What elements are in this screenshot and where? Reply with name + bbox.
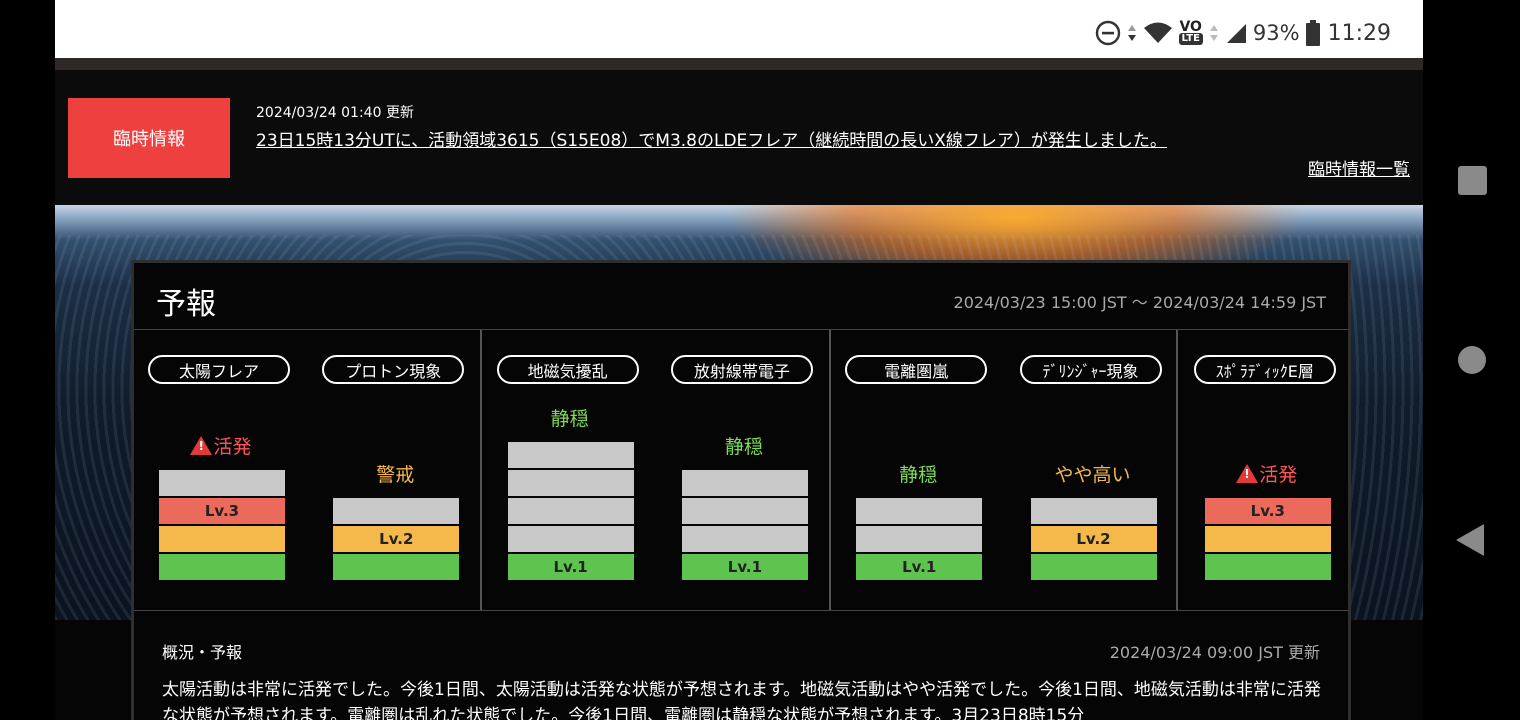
battery-percent: 93%	[1252, 21, 1300, 45]
status-label: 静穏	[657, 432, 831, 459]
clock: 11:29	[1327, 20, 1391, 46]
level-bar	[681, 526, 808, 552]
status-label: 静穏	[831, 460, 1005, 487]
category-button[interactable]: 電離圏嵐	[845, 355, 988, 384]
back-button[interactable]	[1454, 522, 1486, 558]
level-bar	[1204, 526, 1331, 552]
category-button[interactable]: ﾃﾞﾘﾝｼﾞｬｰ現象	[1019, 355, 1162, 384]
current-level-label: Lv.3	[159, 498, 285, 524]
alert-bar: 臨時情報 2024/03/24 01:40 更新 23日15時13分UTに、活動…	[55, 70, 1423, 205]
status-label: 静穏	[483, 404, 657, 431]
current-level-label: Lv.2	[333, 526, 460, 552]
summary-updated: 2024/03/24 09:00 JST 更新	[1109, 643, 1320, 662]
alert-badge[interactable]: 臨時情報	[68, 98, 230, 178]
category-button[interactable]: ｽﾎﾟﾗﾃﾞｨｯｸE層	[1193, 355, 1336, 384]
warning-icon	[1236, 464, 1259, 483]
level-bar	[507, 526, 634, 552]
status-label: 警戒	[308, 460, 482, 487]
level-bar	[681, 498, 808, 524]
home-button[interactable]	[1458, 346, 1486, 374]
forecast-cell: ﾃﾞﾘﾝｼﾞｬｰ現象 Lv.2 やや高い	[1006, 330, 1180, 610]
recents-button[interactable]	[1458, 166, 1487, 195]
forecast-grid: 太陽フレアLv.3活発プロトン現象Lv.2警戒地磁気擾乱Lv.1静穏放射線帯電子…	[134, 329, 1348, 611]
level-bar	[681, 470, 808, 496]
signal-icon	[1226, 24, 1246, 43]
category-button[interactable]: 放射線帯電子	[670, 355, 813, 384]
status-label: 活発	[1180, 460, 1354, 487]
status-text: 静穏	[724, 436, 763, 458]
level-bar	[507, 442, 634, 468]
forecast-range: 2024/03/23 15:00 JST 〜 2024/03/24 14:59 …	[953, 293, 1326, 312]
level-bar	[333, 498, 460, 524]
alert-list-link[interactable]: 臨時情報一覧	[1308, 155, 1410, 180]
mobile-data-arrows-icon	[1209, 25, 1218, 41]
level-bar	[333, 554, 460, 580]
status-label: 活発	[134, 432, 308, 459]
alert-message-link[interactable]: 23日15時13分UTに、活動領域3615（S15E08）でM3.8のLDEフレ…	[256, 126, 1167, 151]
volte-icon: VO LTE	[1178, 19, 1203, 45]
forecast-cell: 地磁気擾乱 Lv.1 静穏	[483, 330, 657, 610]
forecast-cell: ｽﾎﾟﾗﾃﾞｨｯｸE層 Lv.3 活発	[1180, 330, 1354, 610]
forecast-cell: 放射線帯電子 Lv.1 静穏	[657, 330, 831, 610]
status-text: 静穏	[550, 408, 589, 430]
level-bar	[856, 498, 983, 524]
forecast-title: 予報	[156, 287, 216, 322]
category-button[interactable]: 地磁気擾乱	[496, 355, 639, 384]
level-bar	[856, 526, 983, 552]
warning-icon	[190, 436, 213, 455]
forecast-panel: 予報 2024/03/23 15:00 JST 〜 2024/03/24 14:…	[131, 260, 1351, 720]
level-bar	[159, 554, 285, 580]
summary-title: 概況・予報	[162, 643, 243, 662]
level-bar	[1030, 498, 1157, 524]
header-strip	[55, 58, 1423, 70]
data-arrows-icon	[1127, 25, 1136, 41]
status-text: 警戒	[376, 464, 415, 486]
level-bar	[1204, 554, 1331, 580]
level-bar	[1030, 554, 1157, 580]
current-level-label: Lv.2	[1030, 526, 1157, 552]
alert-date: 2024/03/24 01:40 更新	[256, 105, 414, 121]
level-bar	[159, 470, 285, 496]
level-bar	[507, 498, 634, 524]
battery-icon	[1305, 20, 1320, 46]
dnd-icon	[1095, 20, 1120, 46]
current-level-label: Lv.1	[856, 554, 983, 580]
summary-section: 概況・予報 2024/03/24 09:00 JST 更新 太陽活動は非常に活発…	[134, 613, 1348, 720]
browser-screen: VO LTE 93% 11:29 臨時情報 2024/03/24 01:40 更…	[55, 0, 1423, 720]
current-level-label: Lv.1	[681, 554, 808, 580]
status-icons: VO LTE 93% 11:29	[1095, 16, 1391, 50]
category-button[interactable]: 太陽フレア	[148, 355, 290, 384]
level-bar	[507, 470, 634, 496]
status-label: やや高い	[1006, 460, 1180, 487]
forecast-cell: プロトン現象 Lv.2 警戒	[308, 330, 482, 610]
summary-text: 太陽活動は非常に活発でした。今後1日間、太陽活動は活発な状態が予想されます。地磁…	[162, 680, 1321, 720]
forecast-cell: 太陽フレア Lv.3 活発	[134, 330, 308, 610]
wifi-icon	[1143, 22, 1172, 43]
current-level-label: Lv.3	[1204, 498, 1331, 524]
status-bar: VO LTE 93% 11:29	[55, 0, 1423, 58]
status-text: 活発	[213, 436, 252, 458]
status-text: 静穏	[899, 464, 938, 486]
forecast-cell: 電離圏嵐 Lv.1 静穏	[831, 330, 1005, 610]
status-text: やや高い	[1054, 464, 1131, 486]
status-text: 活発	[1259, 464, 1298, 486]
category-button[interactable]: プロトン現象	[322, 355, 465, 384]
current-level-label: Lv.1	[507, 554, 634, 580]
level-bar	[159, 526, 285, 552]
